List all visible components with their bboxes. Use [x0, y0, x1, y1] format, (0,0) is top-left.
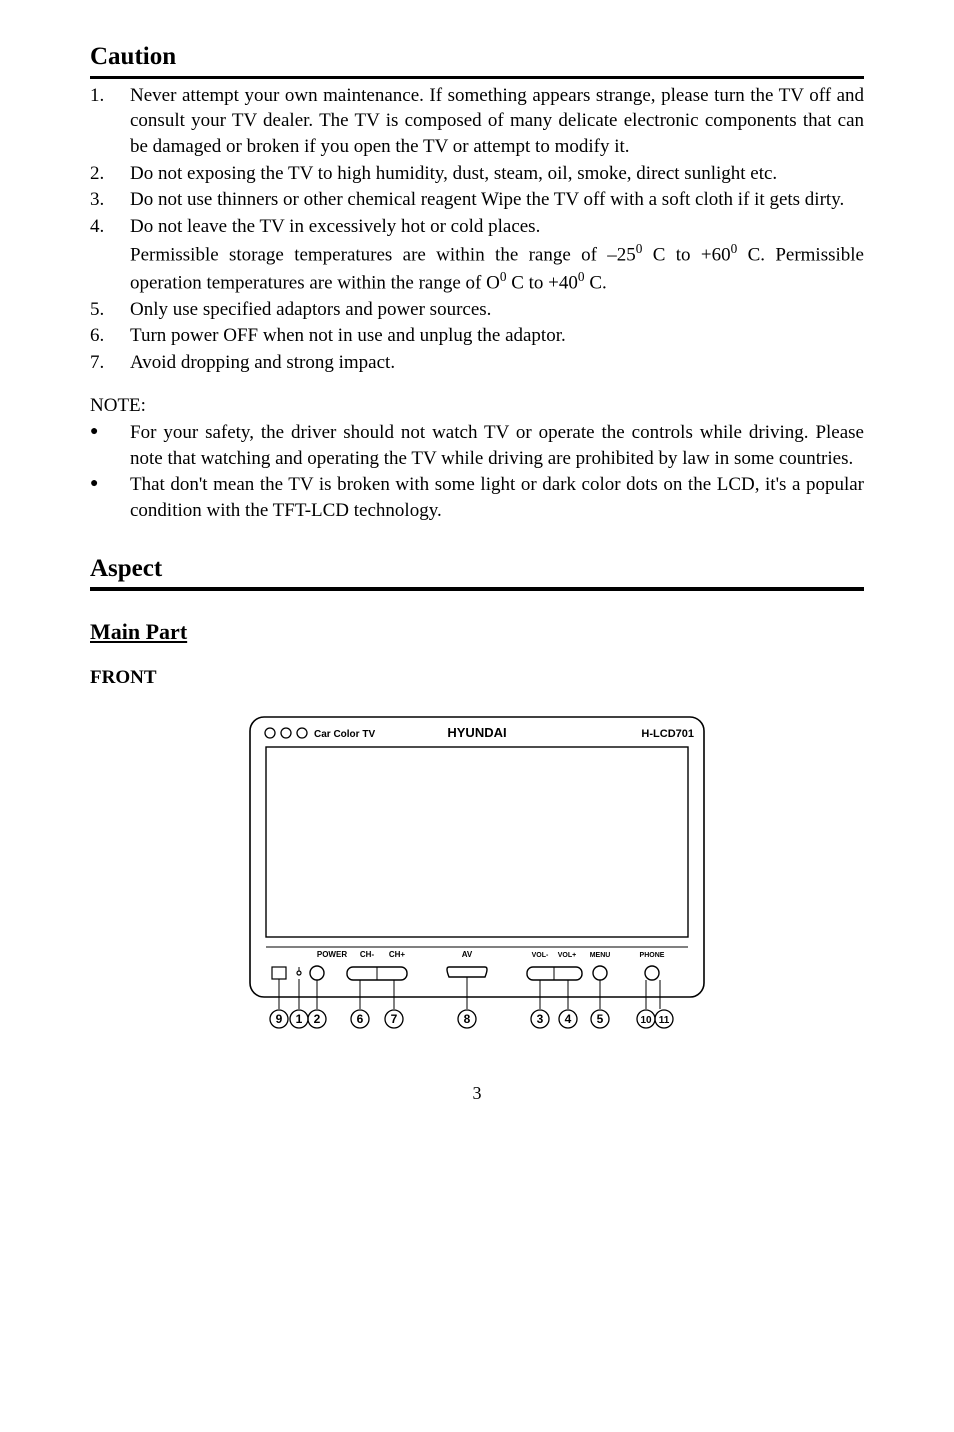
item-number: 1.: [90, 83, 130, 160]
main-part-heading: Main Part: [90, 617, 864, 647]
diagram-label-chminus: CH-: [360, 950, 375, 959]
diagram-label-phone: PHONE: [640, 952, 665, 959]
caution-item: 6. Turn power OFF when not in use and un…: [90, 323, 864, 349]
callout-1: 1: [296, 1012, 303, 1026]
item-text: Do not leave the TV in excessively hot o…: [130, 214, 864, 296]
item-text: Never attempt your own maintenance. If s…: [130, 83, 864, 160]
caution-item: 1. Never attempt your own maintenance. I…: [90, 83, 864, 160]
item-number: 5.: [90, 297, 130, 323]
item-text: Do not use thinners or other chemical re…: [130, 187, 864, 213]
diagram-label-chplus: CH+: [389, 950, 406, 959]
callout-9: 9: [276, 1012, 283, 1026]
callout-8: 8: [464, 1012, 471, 1026]
note-list: ● For your safety, the driver should not…: [90, 420, 864, 524]
item-text: Only use specified adaptors and power so…: [130, 297, 864, 323]
bullet-icon: ●: [90, 420, 130, 471]
callout-3: 3: [537, 1012, 544, 1026]
diagram-label-av: AV: [462, 950, 473, 959]
diagram-label-volplus: VOL+: [558, 952, 576, 959]
diagram-model: H-LCD701: [641, 728, 694, 740]
item-text: Do not exposing the TV to high humidity,…: [130, 161, 864, 187]
front-label: FRONT: [90, 665, 864, 691]
page-number: 3: [90, 1081, 864, 1105]
caution-heading: Caution: [90, 40, 864, 79]
item-number: 7.: [90, 350, 130, 376]
note-text: For your safety, the driver should not w…: [130, 420, 864, 471]
callout-10: 10: [640, 1015, 652, 1026]
item-number: 4.: [90, 214, 130, 296]
item-text: Avoid dropping and strong impact.: [130, 350, 864, 376]
caution-item: 2. Do not exposing the TV to high humidi…: [90, 161, 864, 187]
caution-item: 7. Avoid dropping and strong impact.: [90, 350, 864, 376]
diagram-car-color-tv: Car Color TV: [314, 729, 375, 740]
caution-item: 5. Only use specified adaptors and power…: [90, 297, 864, 323]
item-number: 6.: [90, 323, 130, 349]
item-number: 2.: [90, 161, 130, 187]
item-number: 3.: [90, 187, 130, 213]
diagram-label-power: POWER: [317, 950, 347, 959]
caution-list: 1. Never attempt your own maintenance. I…: [90, 83, 864, 376]
diagram-label-volminus: VOL-: [532, 952, 549, 959]
diagram-brand: HYUNDAI: [447, 725, 506, 740]
callout-5: 5: [597, 1012, 604, 1026]
caution-item: 3. Do not use thinners or other chemical…: [90, 187, 864, 213]
bullet-icon: ●: [90, 472, 130, 523]
caution-item: 4. Do not leave the TV in excessively ho…: [90, 214, 864, 296]
aspect-heading: Aspect: [90, 552, 864, 592]
note-heading: NOTE:: [90, 393, 864, 419]
diagram-label-menu: MENU: [590, 952, 611, 959]
tv-front-diagram: Car Color TV HYUNDAI H-LCD701 POWER CH- …: [242, 709, 712, 1039]
note-text: That don't mean the TV is broken with so…: [130, 472, 864, 523]
note-item: ● For your safety, the driver should not…: [90, 420, 864, 471]
note-item: ● That don't mean the TV is broken with …: [90, 472, 864, 523]
callout-4: 4: [565, 1012, 572, 1026]
callout-6: 6: [357, 1012, 364, 1026]
callout-11: 11: [659, 1015, 670, 1026]
callout-7: 7: [391, 1012, 398, 1026]
callout-2: 2: [314, 1012, 321, 1026]
item-text: Turn power OFF when not in use and unplu…: [130, 323, 864, 349]
